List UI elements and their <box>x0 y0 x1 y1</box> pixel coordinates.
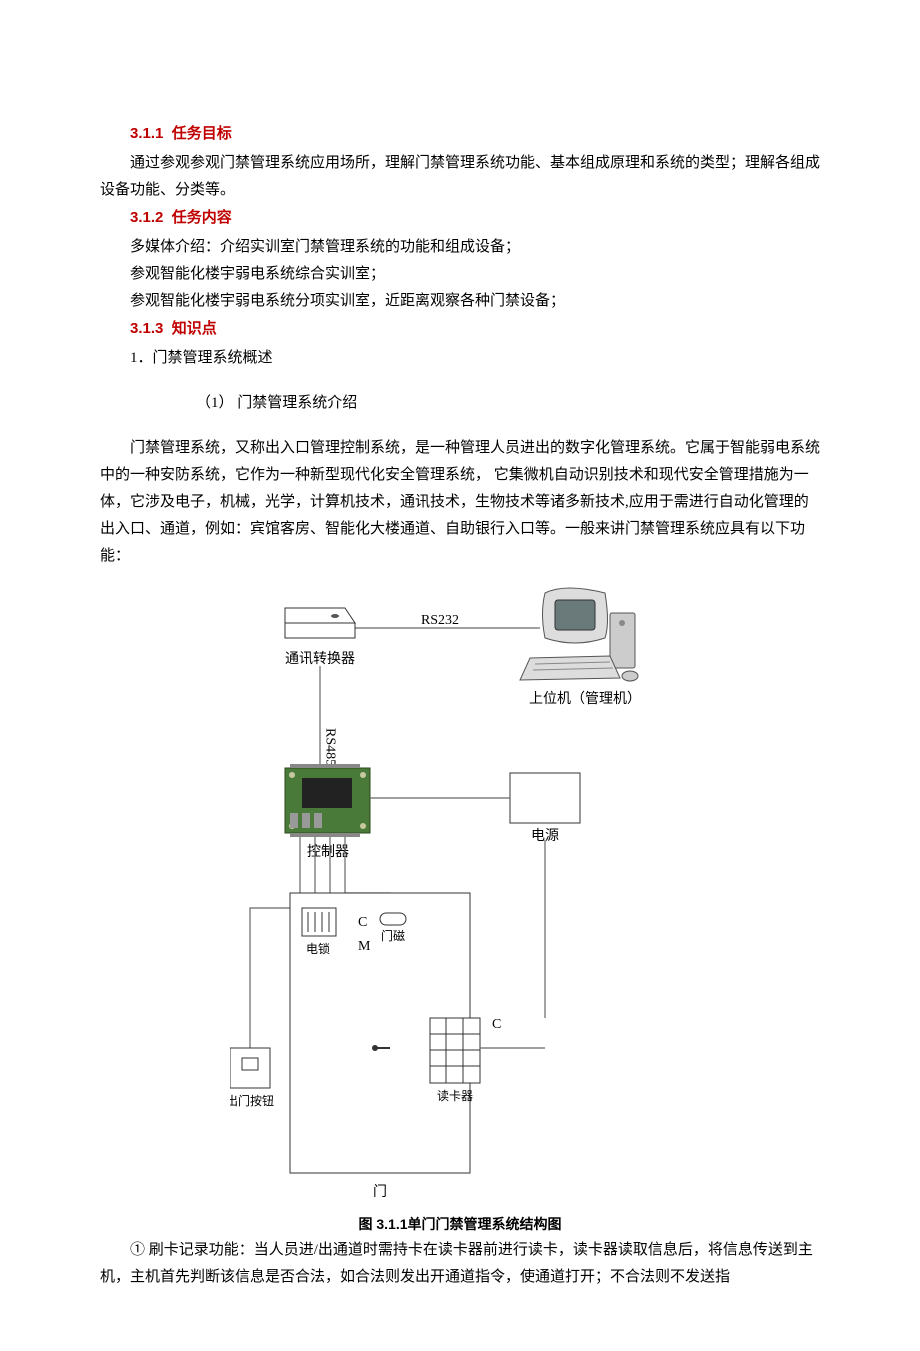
heading-title: 知识点 <box>172 320 217 337</box>
label-c2: C <box>492 1017 501 1032</box>
heading-num: 3.1.2 <box>130 209 163 226</box>
label-exitbtn: 出门按钮 <box>230 1093 274 1108</box>
label-rs485: RS485 <box>323 728 338 766</box>
lock-icon <box>302 908 336 936</box>
reader-icon <box>430 1018 480 1083</box>
paragraph-312a: 多媒体介绍：介绍实训室门禁管理系统的功能和组成设备； <box>130 234 820 261</box>
controller-icon <box>285 764 370 837</box>
door-magnet-icon <box>380 913 406 925</box>
heading-3-1-3: 3.1.3 知识点 <box>130 320 217 337</box>
heading-3-1-1: 3.1.1 任务目标 <box>130 125 232 142</box>
power-icon <box>510 773 580 823</box>
figure-3-1-1: .wire { stroke:#666; stroke-width:1.2; f… <box>230 578 690 1208</box>
paragraph-312c: 参观智能化楼宇弱电系统分项实训室，近距离观察各种门禁设备； <box>130 288 820 315</box>
label-converter: 通讯转换器 <box>285 650 355 667</box>
heading-title: 任务目标 <box>172 125 232 142</box>
label-controller: 控制器 <box>307 844 349 860</box>
label-lock: 电锁 <box>306 941 330 956</box>
paragraph-312b: 参观智能化楼宇弱电系统综合实训室； <box>130 261 820 288</box>
paragraph-func1: ① 刷卡记录功能：当人员进/出通道时需持卡在读卡器前进行读卡，读卡器读取信息后，… <box>100 1237 820 1291</box>
label-door: 门 <box>373 1184 387 1200</box>
list-subitem-1: （1） 门禁管理系统介绍 <box>196 390 820 417</box>
host-pc-icon <box>520 588 638 681</box>
paragraph-311: 通过参观参观门禁管理系统应用场所，理解门禁管理系统功能、基本组成原理和系统的类型… <box>100 150 820 204</box>
label-reader: 读卡器 <box>437 1089 473 1103</box>
heading-title: 任务内容 <box>172 209 232 226</box>
heading-num: 3.1.3 <box>130 320 163 337</box>
label-rs232: RS232 <box>421 613 459 628</box>
list-item-1: 1．门禁管理系统概述 <box>130 345 820 372</box>
label-c1: C <box>358 915 367 930</box>
label-m: M <box>358 939 371 954</box>
heading-3-1-2: 3.1.2 任务内容 <box>130 209 232 226</box>
label-doormag: 门磁 <box>381 928 405 943</box>
heading-num: 3.1.1 <box>130 125 163 142</box>
label-host: 上位机（管理机） <box>529 691 641 707</box>
system-diagram-svg: .wire { stroke:#666; stroke-width:1.2; f… <box>230 578 690 1208</box>
paragraph-intro: 门禁管理系统，又称出入口管理控制系统，是一种管理人员进出的数字化管理系统。它属于… <box>100 435 820 570</box>
exit-button-icon <box>230 1048 270 1088</box>
converter-icon <box>285 608 355 638</box>
figure-caption: 图 3.1.1单门门禁管理系统结构图 <box>100 1212 820 1237</box>
